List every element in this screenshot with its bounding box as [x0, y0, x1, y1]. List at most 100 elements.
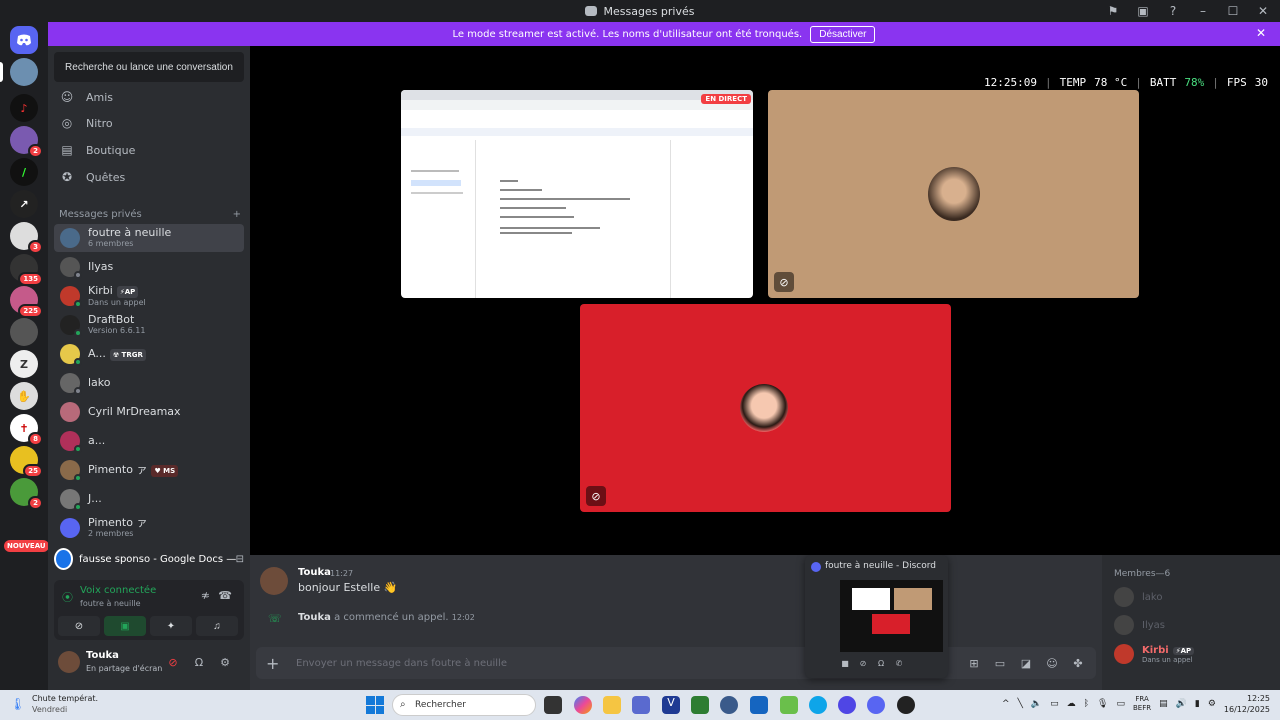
app-icon[interactable] — [720, 696, 738, 714]
close-window-icon[interactable]: ✕ — [1254, 2, 1272, 20]
soundboard-button[interactable]: ♫ — [196, 616, 238, 636]
network-icon[interactable]: ▤ — [1159, 699, 1168, 709]
app-icon[interactable] — [632, 696, 650, 714]
battery-icon[interactable]: ▭ — [1050, 699, 1059, 709]
mic-icon[interactable]: ⊘ — [857, 657, 869, 669]
app-v-icon[interactable]: V — [662, 696, 680, 714]
help-icon[interactable]: ? — [1164, 2, 1182, 20]
app-icon[interactable] — [780, 696, 798, 714]
app-icon[interactable] — [838, 696, 856, 714]
apps-icon[interactable]: ✤ — [1070, 655, 1086, 671]
app-icon[interactable] — [691, 696, 709, 714]
noise-suppression-icon[interactable]: ≉ — [201, 589, 210, 602]
create-dm-icon[interactable]: + — [233, 209, 241, 220]
dm-item[interactable]: Ilyas — [54, 253, 244, 281]
dm-item[interactable]: Cyril MrDreamax — [54, 398, 244, 426]
display-icon[interactable]: ▭ — [1116, 699, 1125, 709]
hangup-icon[interactable]: ✆ — [893, 657, 905, 669]
settings-tray-icon[interactable]: ⚙ — [1208, 699, 1216, 709]
microphone-icon[interactable]: 🎙 — [1097, 699, 1108, 709]
volume-icon[interactable]: 🔈 — [1031, 699, 1042, 709]
file-explorer-icon[interactable] — [603, 696, 621, 714]
taskbar-thumbnail[interactable]: foutre à neuille - Discord ■ ⊘ Ω ✆ — [805, 555, 948, 678]
copilot-icon[interactable] — [574, 696, 592, 714]
task-view-icon[interactable] — [544, 696, 562, 714]
screen-share-button[interactable]: ▣ — [104, 616, 146, 636]
power-icon[interactable]: ▮ — [1195, 699, 1200, 709]
language-indicator[interactable]: FRA BEFR — [1133, 695, 1151, 713]
mic-muted-icon[interactable]: ⊘ — [164, 653, 182, 671]
dm-item[interactable]: J... — [54, 485, 244, 513]
inbox-button-icon[interactable]: ▣ — [1134, 2, 1152, 20]
participant-tile[interactable]: ⊘ — [580, 304, 951, 512]
camera-icon[interactable]: ■ — [839, 657, 851, 669]
banner-close-icon[interactable]: ✕ — [1256, 26, 1266, 40]
flag-icon[interactable]: ⚑ — [1104, 2, 1122, 20]
taskbar-search[interactable]: ⌕ Rechercher — [392, 694, 536, 716]
message-input[interactable] — [296, 653, 816, 673]
server-icon[interactable]: 3 — [10, 222, 43, 254]
emoji-icon[interactable]: ☺ — [1044, 655, 1060, 671]
sticker-icon[interactable]: ◪ — [1018, 655, 1034, 671]
dm-item[interactable]: Pimento ァ2 membres — [54, 514, 244, 542]
server-icon[interactable]: Z — [10, 350, 38, 378]
server-icon[interactable]: ✋ — [10, 382, 38, 410]
server-icon[interactable]: ♪ — [10, 94, 38, 122]
disconnect-icon[interactable]: ☎ — [218, 589, 232, 602]
start-button[interactable] — [366, 696, 384, 714]
dm-item[interactable]: lako — [54, 369, 244, 397]
server-icon[interactable]: ✝ 8 — [10, 414, 43, 446]
server-icon[interactable]: 135 — [10, 254, 43, 286]
app-icon[interactable] — [750, 696, 768, 714]
settings-gear-icon[interactable]: ⚙ — [216, 653, 234, 671]
conversation-search-button[interactable]: Recherche ou lance une conversation — [54, 52, 244, 82]
dm-item[interactable]: A... ☢ TRGR — [54, 340, 244, 368]
member-item[interactable]: Ilyas — [1114, 614, 1274, 636]
nav-shop[interactable]: ▤ Boutique — [54, 137, 244, 163]
nav-friends[interactable]: ☺ Amis — [54, 84, 244, 110]
activity-bar[interactable]: fausse sponso - Google Docs — Libr... ⊟ — [54, 544, 244, 574]
server-icon[interactable]: 225 — [10, 286, 43, 318]
weather-widget[interactable]: 🌡 Chute températ. Vendredi — [10, 693, 98, 715]
gif-icon[interactable]: ▭ — [992, 655, 1008, 671]
discord-home-icon[interactable] — [10, 26, 38, 54]
nav-nitro[interactable]: ◎ Nitro — [54, 110, 244, 136]
server-icon[interactable]: / — [10, 158, 38, 186]
dm-item[interactable]: foutre à neuille 6 membres — [54, 224, 244, 252]
camera-tile[interactable]: ⊘ — [768, 90, 1139, 298]
stream-settings-icon[interactable]: ⊟ — [236, 554, 244, 565]
camera-button[interactable]: ⊘ — [58, 616, 100, 636]
activities-button[interactable]: ✦ — [150, 616, 192, 636]
dm-item[interactable]: a... — [54, 427, 244, 455]
dm-item[interactable]: Kirbi ⚡AP Dans un appel — [54, 282, 244, 310]
disable-streamer-button[interactable]: Désactiver — [810, 25, 876, 43]
app-icon[interactable] — [897, 696, 915, 714]
member-item[interactable]: lako — [1114, 586, 1274, 608]
server-icon[interactable]: 25 — [10, 446, 43, 478]
minimize-icon[interactable]: – — [1194, 2, 1212, 20]
server-icon[interactable]: 2 — [10, 126, 43, 158]
nav-quests[interactable]: ✪ Quêtes — [54, 164, 244, 190]
cloud-icon[interactable]: ☁ — [1067, 699, 1076, 709]
dm-item[interactable]: Pimento ァ ♥ MS — [54, 456, 244, 484]
clock[interactable]: 12:25 16/12/2025 — [1224, 693, 1270, 715]
add-attachment-icon[interactable]: + — [266, 654, 279, 673]
tray-app-icon[interactable]: ╲ — [1017, 699, 1022, 709]
server-icon[interactable] — [10, 58, 38, 86]
speaker-icon[interactable]: 🔊 — [1176, 699, 1187, 709]
gift-icon[interactable]: ⊞ — [966, 655, 982, 671]
server-icon[interactable]: 2 — [10, 478, 43, 510]
server-icon[interactable]: ↗ — [10, 190, 38, 218]
app-icon[interactable] — [809, 696, 827, 714]
headset-icon[interactable]: Ω — [190, 653, 208, 671]
bluetooth-icon[interactable]: ᛒ — [1084, 699, 1089, 709]
headset-icon[interactable]: Ω — [875, 657, 887, 669]
screen-share-tile[interactable]: EN DIRECT — [401, 90, 753, 298]
server-icon[interactable] — [10, 318, 38, 346]
avatar[interactable] — [58, 651, 80, 673]
member-item[interactable]: Kirbi ⚡AP Dans un appel — [1114, 643, 1274, 665]
dm-item[interactable]: DraftBot Version 6.6.11 — [54, 311, 244, 339]
maximize-icon[interactable]: ☐ — [1224, 2, 1242, 20]
avatar[interactable] — [260, 567, 288, 595]
discord-taskbar-icon[interactable] — [867, 696, 885, 714]
